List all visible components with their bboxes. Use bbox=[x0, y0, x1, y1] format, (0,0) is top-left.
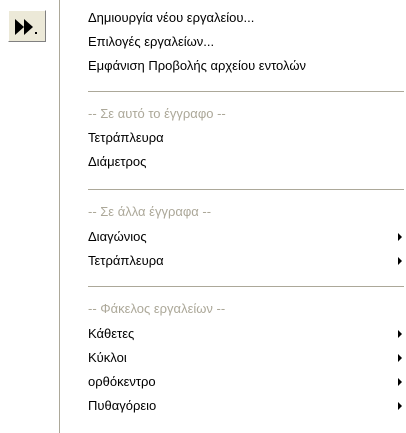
tools-dropdown-menu: Δημιουργία νέου εργαλείου... Επιλογές ερ… bbox=[59, 0, 406, 433]
menu-header-tool-folder: -- Φάκελος εργαλείων -- bbox=[88, 301, 226, 316]
tools-menu-button[interactable] bbox=[8, 10, 46, 42]
menu-header-in-this-document: -- Σε αυτό το έγγραφο -- bbox=[88, 106, 226, 121]
menu-separator bbox=[88, 286, 404, 287]
menu-separator bbox=[88, 91, 404, 92]
menu-item-label: Πυθαγόρειο bbox=[88, 398, 157, 413]
menu-separator bbox=[88, 189, 404, 190]
menu-item-perpendiculars[interactable]: Κάθετες bbox=[88, 323, 406, 345]
menu-item-label: Κύκλοι bbox=[88, 350, 127, 365]
fast-forward-icon bbox=[15, 19, 37, 35]
menu-item-diagonal[interactable]: Διαγώνιος bbox=[88, 226, 406, 248]
menu-item-orthocenter[interactable]: ορθόκεντρο bbox=[88, 371, 406, 393]
submenu-arrow-icon bbox=[398, 330, 402, 338]
menu-item-circles[interactable]: Κύκλοι bbox=[88, 347, 406, 369]
submenu-arrow-icon bbox=[398, 402, 402, 410]
menu-item-label: Διαγώνιος bbox=[88, 229, 147, 244]
menu-header-in-other-documents: -- Σε άλλα έγγραφα -- bbox=[88, 204, 212, 219]
menu-item-create-new-tool[interactable]: Δημιουργία νέου εργαλείου... bbox=[88, 7, 406, 29]
menu-item-show-command-file-view[interactable]: Εμφάνιση Προβολής αρχείου εντολών bbox=[88, 55, 406, 77]
menu-item-label: Κάθετες bbox=[88, 326, 135, 341]
menu-item-pythagorean[interactable]: Πυθαγόρειο bbox=[88, 395, 406, 417]
submenu-arrow-icon bbox=[398, 233, 402, 241]
menu-item-label: ορθόκεντρο bbox=[88, 374, 156, 389]
menu-item-tool-options[interactable]: Επιλογές εργαλείων... bbox=[88, 31, 406, 53]
menu-item-quadrilaterals-other-documents[interactable]: Τετράπλευρα bbox=[88, 250, 406, 272]
menu-item-label: Τετράπλευρα bbox=[88, 253, 164, 268]
menu-item-diameter[interactable]: Διάμετρος bbox=[88, 151, 406, 173]
menu-item-quadrilaterals-this-document[interactable]: Τετράπλευρα bbox=[88, 127, 406, 149]
submenu-arrow-icon bbox=[398, 257, 402, 265]
submenu-arrow-icon bbox=[398, 378, 402, 386]
submenu-arrow-icon bbox=[398, 354, 402, 362]
